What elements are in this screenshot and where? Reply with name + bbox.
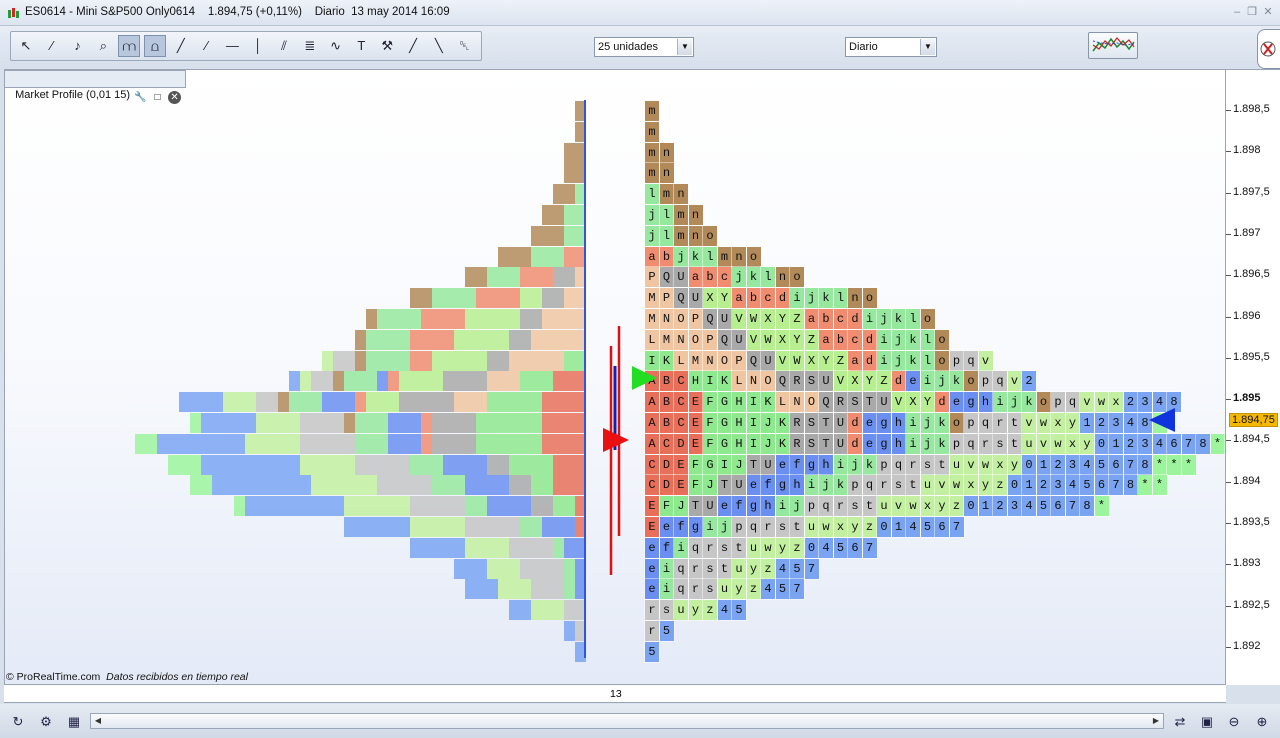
period-select-value: Diario — [849, 41, 878, 53]
segment-icon[interactable]: ╱ — [170, 35, 192, 57]
horizontal-line-icon[interactable]: — — [221, 35, 243, 57]
zoom-fit-icon[interactable]: ▣ — [1197, 712, 1217, 732]
open-arrow-icon — [632, 366, 657, 390]
chart-refresh-icon[interactable]: ↻ — [8, 712, 28, 732]
fan-icon[interactable]: ⫽ — [273, 35, 295, 57]
minimize-icon[interactable]: – — [1230, 5, 1244, 19]
price-tick — [1226, 316, 1231, 318]
ruler-icon[interactable]: ∕ — [41, 35, 63, 57]
close-arrow-icon — [1149, 408, 1175, 432]
candle-tool-icon[interactable]: ⩋ — [118, 35, 141, 57]
line-icon[interactable]: ∕ — [196, 35, 218, 57]
indicator-chart-icon — [1092, 37, 1135, 52]
text-icon[interactable]: T — [350, 35, 372, 57]
price-label: 1.895,5 — [1233, 350, 1270, 363]
price-label: 1.893,5 — [1233, 516, 1270, 528]
channel-icon[interactable]: ╲ — [428, 35, 450, 57]
title-bar: ES0614 - Mini S&P500 Only0614 1.894,75 (… — [0, 0, 1280, 26]
close-icon[interactable]: ✕ — [1261, 5, 1275, 19]
brand-text: © ProRealTime.com — [6, 671, 101, 683]
period-select[interactable]: Diario ▼ — [845, 37, 937, 57]
units-select[interactable]: 25 unidades ▼ — [594, 37, 694, 57]
price-label: 1.896,5 — [1233, 268, 1270, 281]
price-label: 1.898 — [1233, 144, 1261, 157]
zoom-in-icon[interactable]: ⊕ — [1252, 712, 1272, 732]
time-axis[interactable]: 13 — [4, 685, 1226, 703]
price-label: 1.898,5 — [1233, 103, 1270, 115]
panel-toggle-icon — [1260, 41, 1276, 57]
indicator-name: Market Profile (0,01 15) — [15, 89, 131, 101]
horizontal-scrollbar[interactable]: ◀ ▶ — [90, 713, 1164, 729]
price-label: 1.894,5 — [1233, 433, 1270, 446]
indicators-button[interactable] — [1088, 32, 1138, 59]
price-tick — [1226, 110, 1231, 111]
price-tick — [1226, 233, 1231, 235]
fibonacci-icon[interactable]: ≣ — [299, 35, 321, 57]
price-label: 1.892 — [1233, 639, 1261, 652]
drawing-toolbar: ↖ ∕ ♪ ⌕ ⩋ ⩍ ╱ ∕ — │ ⫽ ≣ ∿ T ⚒ ╱ ╲ ␡ 25 unidades ▼ Diario … — [0, 26, 1280, 69]
price-label: 1.897 — [1233, 226, 1261, 239]
trash-icon[interactable]: ␡ — [454, 35, 476, 57]
trend-channel-icon[interactable]: ╱ — [402, 35, 424, 57]
chevron-down-icon[interactable]: ▼ — [677, 39, 692, 55]
price-tick — [1226, 151, 1231, 153]
price-tick — [1226, 192, 1231, 194]
zoom-out-icon[interactable]: ⊖ — [1224, 712, 1244, 732]
restore-icon[interactable]: ❐ — [1245, 5, 1259, 19]
price-tick — [1226, 523, 1231, 524]
price-label: 1.893 — [1233, 557, 1261, 570]
chevron-down-icon[interactable]: ▼ — [920, 39, 935, 55]
wrench-icon[interactable]: 🔧 — [134, 91, 147, 104]
drawing-tools-group: ↖ ∕ ♪ ⌕ ⩋ ⩍ ╱ ∕ — │ ⫽ ≣ ∿ T ⚒ ╱ ╲ ␡ — [10, 31, 482, 61]
candle-settings-icon[interactable]: ⚙ — [36, 712, 56, 732]
chart-tool-icon[interactable]: ⩍ — [144, 35, 166, 57]
cursor-icon[interactable]: ↖ — [15, 35, 37, 57]
bottom-toolbar: ↻ ⚙ ▦ ◀ ▶ ⇄ ▣ ⊖ ⊕ — [0, 704, 1280, 738]
window-title: ES0614 - Mini S&P500 Only0614 1.894,75 (… — [25, 6, 450, 18]
price-label: 1.895 — [1233, 392, 1261, 405]
app-logo-icon — [8, 8, 19, 18]
side-panel-handle[interactable] — [1257, 29, 1280, 69]
price-tick — [1226, 564, 1231, 566]
price-axis[interactable]: 1.898,5 1.898 1.897,5 1.897 1.896,5 1.896 1.89… — [1226, 69, 1280, 685]
tools-icon[interactable]: ⚒ — [376, 35, 398, 57]
price-tick — [1226, 275, 1231, 277]
scroll-right-icon[interactable]: ▶ — [1149, 714, 1163, 728]
data-source-note: © ProRealTime.com Datos recibidos en tie… — [6, 671, 248, 683]
market-profile-chart[interactable]: mmmnmnlmnjlmnjlmnoabjklmnoPQUabcjklnoMPQ… — [4, 69, 1226, 685]
wave-icon[interactable]: ∿ — [325, 35, 347, 57]
window-icon[interactable]: □ — [151, 91, 164, 104]
price-label: 1.892,5 — [1233, 598, 1270, 611]
zoom-icon[interactable]: ⌕ — [92, 35, 114, 57]
fit-view-icon[interactable]: ⇄ — [1170, 712, 1190, 732]
price-tick — [1226, 399, 1231, 401]
units-select-value: 25 unidades — [598, 41, 658, 53]
price-tick — [1226, 646, 1231, 648]
price-tick — [1226, 481, 1231, 483]
current-price-badge: 1.894,75 — [1229, 412, 1278, 427]
scroll-left-icon[interactable]: ◀ — [91, 714, 105, 728]
profile-markers — [584, 100, 1175, 658]
indicator-label: Market Profile (0,01 15) 🔧 □ ✕ — [4, 70, 187, 104]
price-tick — [1226, 605, 1231, 607]
time-axis-label: 13 — [610, 688, 622, 700]
export-icon[interactable]: ▦ — [64, 712, 84, 732]
realtime-status: Datos recibidos en tiempo real — [106, 671, 248, 683]
price-tick — [1226, 440, 1231, 442]
price-tick — [1226, 357, 1231, 359]
close-icon[interactable]: ✕ — [168, 91, 182, 104]
vertical-line-icon[interactable]: │ — [247, 35, 269, 57]
alarm-bell-icon[interactable]: ♪ — [67, 35, 89, 57]
price-label: 1.894 — [1233, 474, 1261, 487]
price-label: 1.896 — [1233, 309, 1261, 322]
price-label: 1.897,5 — [1233, 185, 1270, 198]
